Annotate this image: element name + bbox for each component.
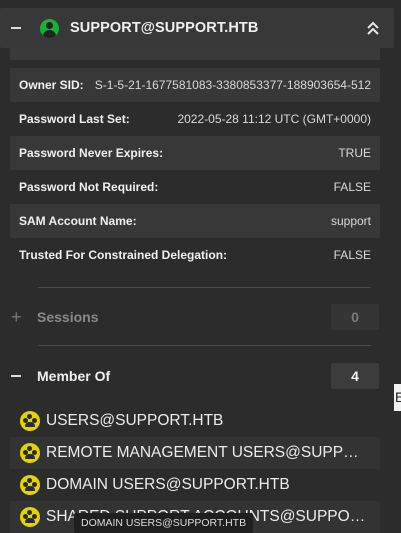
count-badge: 4 <box>331 363 379 389</box>
property-row: Password Never Expires: TRUE <box>10 136 380 170</box>
group-name: DOMAIN USERS@SUPPORT.HTB <box>46 476 290 493</box>
collapse-node-minus-icon[interactable] <box>11 27 21 29</box>
group-name: REMOTE MANAGEMENT USERS@SUPPORT.HTB <box>46 444 368 461</box>
double-chevron-up-icon[interactable] <box>366 20 380 36</box>
property-value: 2022-05-28 11:12 UTC (GMT+0000) <box>177 112 371 126</box>
user-icon <box>40 18 59 38</box>
sessions-section[interactable]: + Sessions 0 <box>0 300 401 334</box>
group-icon <box>20 443 40 463</box>
divider <box>38 287 371 288</box>
property-key: SAM Account Name: <box>19 214 137 228</box>
list-item[interactable]: REMOTE MANAGEMENT USERS@SUPPORT.HTB <box>10 437 380 469</box>
member-of-section[interactable]: Member Of 4 <box>0 359 401 393</box>
group-icon <box>20 411 40 431</box>
offscreen-panel-edge: E <box>394 384 401 411</box>
node-title: SUPPORT@SUPPORT.HTB <box>70 20 259 36</box>
list-item[interactable]: DOMAIN USERS@SUPPORT.HTB <box>10 469 380 501</box>
hover-tooltip: DOMAIN USERS@SUPPORT.HTB <box>74 513 254 533</box>
property-key: Trusted For Constrained Delegation: <box>19 248 228 262</box>
expand-plus-icon[interactable]: + <box>11 308 22 326</box>
property-value: S-1-5-21-1677581083-3380853377-188903654… <box>94 78 371 92</box>
group-name: USERS@SUPPORT.HTB <box>46 412 224 429</box>
scroll-shadow <box>10 48 380 60</box>
property-value: support <box>330 214 371 228</box>
properties-table: Owner SID: S-1-5-21-1677581083-338085337… <box>10 68 380 272</box>
group-icon <box>20 507 40 527</box>
count-badge: 0 <box>331 304 379 330</box>
property-row: Trusted For Constrained Delegation: FALS… <box>10 238 380 272</box>
group-icon <box>20 475 40 495</box>
property-value: FALSE <box>333 248 371 262</box>
property-key: Owner SID: <box>19 78 84 92</box>
property-value: FALSE <box>333 180 371 194</box>
list-item[interactable]: USERS@SUPPORT.HTB <box>10 405 380 437</box>
divider <box>38 345 371 346</box>
node-header[interactable]: SUPPORT@SUPPORT.HTB <box>0 8 394 48</box>
property-row: Owner SID: S-1-5-21-1677581083-338085337… <box>10 68 380 102</box>
property-value: TRUE <box>338 146 371 160</box>
property-row: Password Last Set: 2022-05-28 11:12 UTC … <box>10 102 380 136</box>
collapse-minus-icon[interactable] <box>11 375 21 377</box>
property-row: SAM Account Name: support <box>10 204 380 238</box>
property-key: Password Never Expires: <box>19 146 164 160</box>
section-label: Member Of <box>37 368 111 384</box>
property-key: Password Last Set: <box>19 112 130 126</box>
property-key: Password Not Required: <box>19 180 159 194</box>
property-row: Password Not Required: FALSE <box>10 170 380 204</box>
section-label: Sessions <box>37 309 99 325</box>
